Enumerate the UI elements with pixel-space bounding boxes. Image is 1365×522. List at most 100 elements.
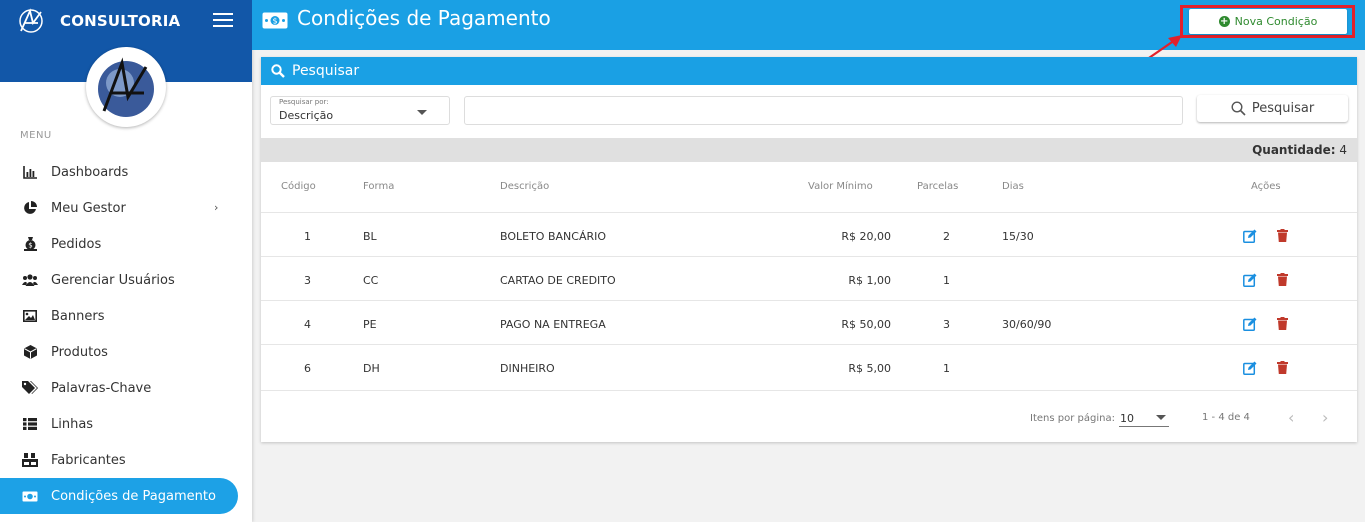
sidebar-item-label: Linhas (51, 416, 94, 432)
edit-icon[interactable] (1243, 317, 1257, 331)
image-icon (22, 308, 38, 324)
money-bag-icon: $ (22, 236, 38, 252)
sidebar-item-label: Condições de Pagamento (51, 488, 216, 504)
sidebar-item-label: Banners (51, 308, 105, 324)
column-header-parcelas: Parcelas (917, 181, 959, 192)
cell-forma: DH (363, 362, 380, 375)
caret-down-icon (1156, 415, 1166, 420)
sidebar-item-condicoes-pagamento[interactable]: Condições de Pagamento (0, 478, 238, 514)
column-header-valor-minimo: Valor Mínimo (808, 181, 873, 192)
cell-forma: CC (363, 274, 379, 287)
chevron-right-icon[interactable]: › (1322, 408, 1338, 427)
caret-down-icon (417, 110, 427, 115)
search-button-label: Pesquisar (1251, 101, 1315, 116)
sidebar-item-gerenciar-usuarios[interactable]: Gerenciar Usuários (0, 262, 252, 298)
cell-parcelas: 2 (943, 230, 950, 243)
pie-chart-icon (22, 200, 38, 216)
quantity-label: Quantidade: (1252, 143, 1336, 157)
cell-codigo: 6 (304, 362, 311, 375)
cell-descricao: CARTAO DE CREDITO (500, 274, 616, 287)
edit-icon[interactable] (1243, 229, 1257, 243)
trash-icon[interactable] (1277, 361, 1288, 374)
page-title: Condições de Pagamento (297, 6, 551, 30)
plus-circle-icon: + (1218, 16, 1230, 27)
money-bill-icon (22, 488, 38, 504)
nova-condicao-label: Nova Condição (1234, 15, 1318, 28)
table-row: 3 CC CARTAO DE CREDITO R$ 1,00 1 (261, 256, 1357, 300)
cell-codigo: 4 (304, 318, 311, 331)
sidebar-item-linhas[interactable]: Linhas (0, 406, 252, 442)
cell-valor: R$ 50,00 (841, 318, 891, 331)
company-logo-avatar (86, 47, 166, 127)
paginator: Itens por página: 10 1 - 4 de 4 ‹ › (261, 390, 1357, 442)
search-icon (271, 64, 285, 78)
chevron-left-icon[interactable]: ‹ (1288, 408, 1304, 427)
sidebar-menu: Dashboards Meu Gestor › $ Pedidos Gerenc… (0, 154, 252, 514)
trash-icon[interactable] (1277, 229, 1288, 242)
cell-parcelas: 1 (943, 274, 950, 287)
cell-forma: BL (363, 230, 377, 243)
items-per-page-label: Itens por página: (1030, 413, 1115, 424)
column-header-forma: Forma (363, 181, 395, 192)
table-row: 6 DH DINHEIRO R$ 5,00 1 (261, 344, 1357, 388)
sidebar-item-label: Fabricantes (51, 452, 126, 468)
search-by-label: Pesquisar por: (279, 98, 329, 106)
table-row: 1 BL BOLETO BANCÁRIO R$ 20,00 2 15/30 (261, 212, 1357, 256)
search-input[interactable] (464, 96, 1183, 125)
cell-forma: PE (363, 318, 377, 331)
cell-valor: R$ 5,00 (848, 362, 891, 375)
sidebar-item-produtos[interactable]: Produtos (0, 334, 252, 370)
sidebar-item-pedidos[interactable]: $ Pedidos (0, 226, 252, 262)
quantity-bar: Quantidade: 4 (261, 138, 1357, 162)
search-card: Pesquisar Pesquisar por: Descrição Pesqu… (261, 57, 1357, 442)
cell-dias: 30/60/90 (1002, 318, 1052, 331)
chart-bar-icon (22, 164, 38, 180)
cell-parcelas: 3 (943, 318, 950, 331)
chevron-right-icon: › (214, 201, 219, 214)
items-per-page-value: 10 (1120, 412, 1134, 425)
pallet-icon (22, 452, 38, 468)
page-range: 1 - 4 de 4 (1202, 412, 1250, 423)
cell-descricao: BOLETO BANCÁRIO (500, 230, 607, 243)
sidebar-item-label: Palavras-Chave (51, 380, 152, 396)
logo-icon (19, 8, 43, 33)
items-per-page-select[interactable]: 10 (1119, 409, 1169, 427)
sidebar-item-fabricantes[interactable]: Fabricantes (0, 442, 252, 478)
edit-icon[interactable] (1243, 361, 1257, 375)
cell-descricao: DINHEIRO (500, 362, 555, 375)
search-button[interactable]: Pesquisar (1197, 95, 1348, 122)
edit-icon[interactable] (1243, 273, 1257, 287)
sidebar-item-label: Dashboards (51, 164, 129, 180)
table-row: 4 PE PAGO NA ENTREGA R$ 50,00 3 30/60/90 (261, 300, 1357, 344)
svg-text:$: $ (28, 242, 32, 250)
menu-section-label: MENU (20, 130, 52, 141)
search-by-value: Descrição (279, 109, 334, 122)
cell-codigo: 3 (304, 274, 311, 287)
sidebar-item-label: Pedidos (51, 236, 102, 252)
sidebar-item-banners[interactable]: Banners (0, 298, 252, 334)
search-title: Pesquisar (292, 63, 360, 79)
cell-parcelas: 1 (943, 362, 950, 375)
search-header: Pesquisar (261, 57, 1357, 85)
cell-valor: R$ 20,00 (841, 230, 891, 243)
tags-icon (22, 380, 38, 396)
sidebar-item-meu-gestor[interactable]: Meu Gestor › (0, 190, 252, 226)
column-header-codigo: Código (281, 181, 316, 192)
column-header-acoes: Ações (1251, 181, 1281, 192)
brand-name: CONSULTORIA (60, 12, 181, 30)
sidebar-item-label: Meu Gestor (51, 200, 126, 216)
cell-dias: 15/30 (1002, 230, 1034, 243)
sidebar-item-palavras-chave[interactable]: Palavras-Chave (0, 370, 252, 406)
sidebar-item-dashboards[interactable]: Dashboards (0, 154, 252, 190)
hamburger-menu-button[interactable] (213, 13, 233, 29)
trash-icon[interactable] (1277, 273, 1288, 286)
sidebar: CONSULTORIA MENU Dashboards Meu Gestor › (0, 0, 252, 522)
search-by-select[interactable]: Pesquisar por: Descrição (270, 96, 450, 125)
trash-icon[interactable] (1277, 317, 1288, 330)
nova-condicao-button[interactable]: + Nova Condição (1189, 9, 1347, 34)
cell-codigo: 1 (304, 230, 311, 243)
top-header: $ Condições de Pagamento + Nova Condição (252, 0, 1365, 50)
sidebar-item-label: Produtos (51, 344, 108, 360)
box-icon (22, 344, 38, 360)
users-icon (22, 272, 38, 288)
